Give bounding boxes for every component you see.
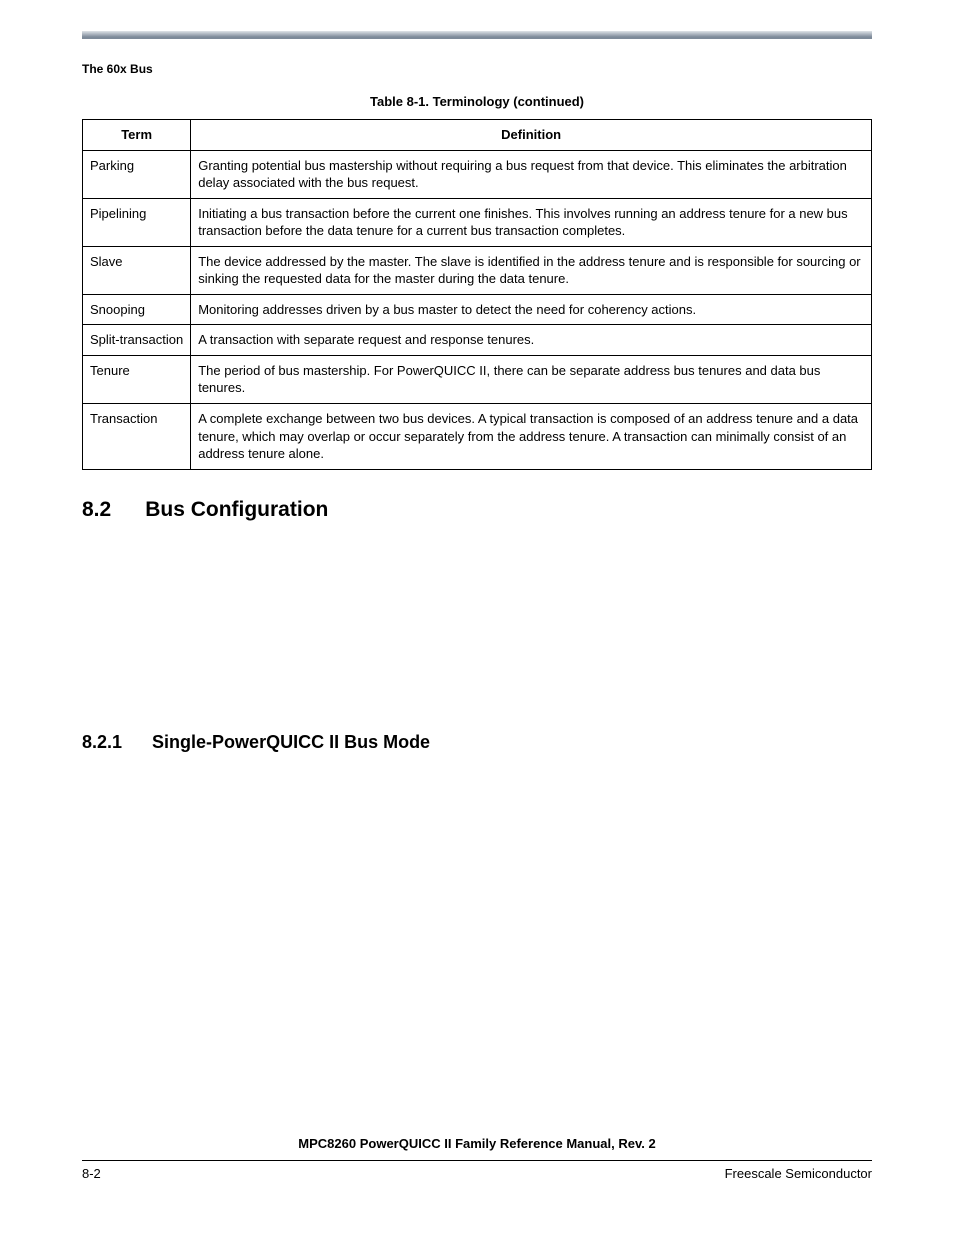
table-caption: Table 8-1. Terminology (continued): [82, 94, 872, 109]
term-cell: Tenure: [83, 355, 191, 403]
term-cell: Parking: [83, 150, 191, 198]
section-number: 8.2: [82, 498, 111, 522]
table-row: Snooping Monitoring addresses driven by …: [83, 294, 872, 325]
footer-document-title: MPC8260 PowerQUICC II Family Reference M…: [0, 1136, 954, 1151]
table-row: Split-transaction A transaction with sep…: [83, 325, 872, 356]
section-title: Bus Configuration: [145, 498, 328, 522]
definition-cell: A complete exchange between two bus devi…: [191, 404, 872, 470]
table-row: Transaction A complete exchange between …: [83, 404, 872, 470]
definition-cell: The period of bus mastership. For PowerQ…: [191, 355, 872, 403]
footer-rule: [82, 1160, 872, 1161]
top-rule: [82, 34, 872, 39]
term-cell: Split-transaction: [83, 325, 191, 356]
col-header-definition: Definition: [191, 120, 872, 151]
subsection-heading: 8.2.1 Single-PowerQUICC II Bus Mode: [82, 732, 872, 753]
subsection-number: 8.2.1: [82, 732, 122, 753]
table-row: Parking Granting potential bus mastershi…: [83, 150, 872, 198]
definition-cell: Initiating a bus transaction before the …: [191, 198, 872, 246]
footer-page-number: 8-2: [82, 1166, 101, 1181]
table-row: Pipelining Initiating a bus transaction …: [83, 198, 872, 246]
definition-cell: Granting potential bus mastership withou…: [191, 150, 872, 198]
definition-cell: Monitoring addresses driven by a bus mas…: [191, 294, 872, 325]
table-row: Slave The device addressed by the master…: [83, 246, 872, 294]
term-cell: Pipelining: [83, 198, 191, 246]
term-cell: Transaction: [83, 404, 191, 470]
section-heading: 8.2 Bus Configuration: [82, 498, 872, 522]
table-row: Tenure The period of bus mastership. For…: [83, 355, 872, 403]
terminology-table: Term Definition Parking Granting potenti…: [82, 119, 872, 470]
footer-vendor: Freescale Semiconductor: [725, 1166, 872, 1181]
term-cell: Snooping: [83, 294, 191, 325]
col-header-term: Term: [83, 120, 191, 151]
definition-cell: A transaction with separate request and …: [191, 325, 872, 356]
definition-cell: The device addressed by the master. The …: [191, 246, 872, 294]
running-header: The 60x Bus: [82, 62, 153, 76]
subsection-title: Single-PowerQUICC II Bus Mode: [152, 732, 430, 753]
table-header-row: Term Definition: [83, 120, 872, 151]
term-cell: Slave: [83, 246, 191, 294]
content-area: Table 8-1. Terminology (continued) Term …: [82, 94, 872, 753]
page: The 60x Bus Table 8-1. Terminology (cont…: [0, 0, 954, 1235]
